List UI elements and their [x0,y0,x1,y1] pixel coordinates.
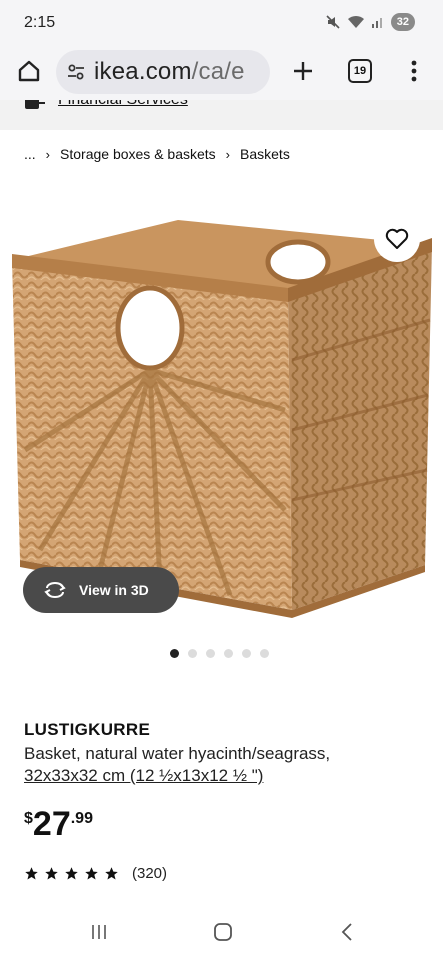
home-nav-icon[interactable] [213,922,233,942]
address-bar[interactable]: ikea.com/ca/e [56,50,270,94]
rating[interactable]: (320) [24,865,167,882]
status-time: 2:15 [24,14,56,31]
recent-apps-icon[interactable] [90,923,108,941]
home-icon [18,60,40,82]
star-icon [45,867,58,880]
star-icon [65,867,78,880]
mute-icon [326,15,340,29]
new-tab-button[interactable] [288,56,318,86]
product-image[interactable] [0,190,443,630]
product-size-link[interactable]: 32x33x32 cm (12 ½x13x12 ½ ") [24,766,263,786]
breadcrumb-item-baskets[interactable]: Baskets [240,146,290,162]
rating-stars [24,866,119,881]
tabs-button[interactable]: 19 [348,59,372,83]
financial-services-link[interactable]: Financial Services [58,100,188,109]
url-path: /ca/e [191,58,245,85]
star-icon [105,867,118,880]
carousel-dot[interactable] [170,649,179,658]
product-name: LUSTIGKURRE [24,720,151,739]
price-integer: 27 [32,805,71,843]
carousel-dot[interactable] [224,649,233,658]
breadcrumb-item-storage[interactable]: Storage boxes & baskets [60,146,216,162]
carousel-dot[interactable] [260,649,269,658]
breadcrumb-ellipsis[interactable]: ... [24,146,36,162]
home-button[interactable] [14,56,44,86]
heart-icon [385,228,409,249]
card-icon [25,100,45,109]
view-in-3d-label: View in 3D [79,582,149,598]
price-decimal: .99 [70,810,93,827]
product-price: $ 27 .99 [24,806,93,842]
view-in-3d-button[interactable]: View in 3D [23,567,179,613]
menu-button[interactable] [404,56,424,86]
system-nav-bar [0,905,443,960]
plus-icon [294,62,312,80]
breadcrumb: ... › Storage boxes & baskets › Baskets [24,146,290,162]
product-description: Basket, natural water hyacinth/seagrass, [24,744,331,763]
tune-icon[interactable] [66,63,86,81]
status-bar: 2:15 32 [0,0,443,44]
carousel-dot[interactable] [242,649,251,658]
star-icon [25,867,38,880]
tab-count: 19 [353,65,367,77]
rotate-3d-icon [44,582,66,598]
star-icon [85,867,98,880]
more-vert-icon [411,60,417,82]
url-domain: ikea.com [94,58,192,85]
chevron-right-icon: › [45,146,51,162]
battery-indicator: 32 [390,13,415,31]
rating-count: (320) [132,865,168,882]
wifi-icon [347,15,364,28]
back-icon[interactable] [340,922,354,942]
url-text: ikea.com/ca/e [94,58,245,86]
status-icons: 32 [325,13,415,31]
carousel-dot[interactable] [206,649,215,658]
financial-services-row: Financial Services [0,100,443,130]
chevron-right-icon: › [225,146,231,162]
price-currency: $ [24,810,33,827]
carousel-dot[interactable] [188,649,197,658]
signal-icon [371,18,382,28]
carousel-dots [170,649,269,658]
favorite-button[interactable] [374,216,420,262]
browser-toolbar: ikea.com/ca/e 19 [0,44,443,100]
